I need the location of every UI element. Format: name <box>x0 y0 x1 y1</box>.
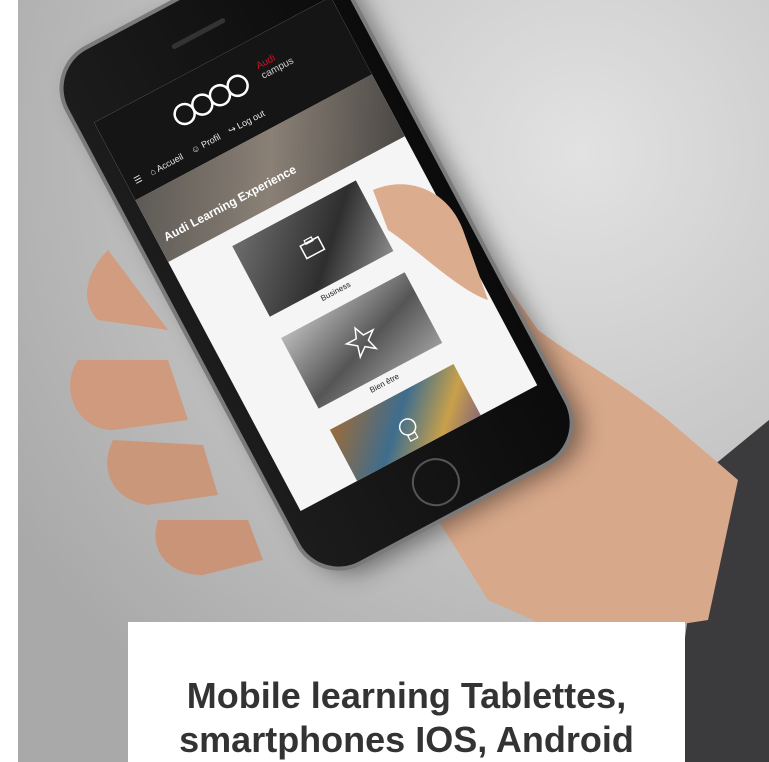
photo-scene: Audi campus ☰ ⌂ Accueil ☺ Profil ↪ Log o… <box>18 0 769 762</box>
caption-line-1: Mobile learning Tablettes, <box>186 675 627 716</box>
nav-home-label: Accueil <box>154 151 185 174</box>
menu-icon[interactable]: ☰ <box>132 173 144 187</box>
caption-text: Mobile learning Tablettes, smartphones I… <box>128 674 685 762</box>
speaker-grille <box>170 17 227 50</box>
nav-profile-label: Profil <box>199 131 223 151</box>
caption-box: Mobile learning Tablettes, smartphones I… <box>128 622 685 762</box>
nav-logout-label: Log out <box>235 107 267 131</box>
home-button[interactable] <box>403 449 469 515</box>
nav-profile[interactable]: ☺ Profil <box>189 132 222 156</box>
nav-logout[interactable]: ↪ Log out <box>226 108 267 137</box>
caption-line-2: smartphones IOS, Android <box>179 719 634 760</box>
nav-home[interactable]: ⌂ Accueil <box>148 151 185 177</box>
brand-name: Audi campus <box>254 46 295 82</box>
